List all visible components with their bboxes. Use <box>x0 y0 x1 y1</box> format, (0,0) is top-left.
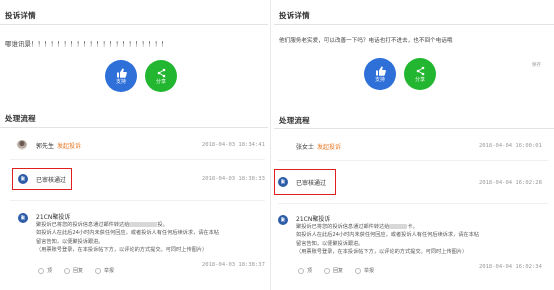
timestamp: 2018-04-03 18:38:37 <box>202 262 265 268</box>
like-label: 顶 <box>307 268 313 274</box>
platform-avatar: 聚 <box>18 174 28 184</box>
notice-line: （用票账号登录，在本投诉帖下方，以评论的方式提交。可同时上传图片） <box>36 246 208 253</box>
timestamp: 2018-04-04 16:02:28 <box>479 180 542 186</box>
like-action[interactable]: 顶 <box>298 267 312 274</box>
approved-status: 已审核通过 <box>36 177 67 184</box>
detail-title: 投诉详情 <box>279 11 310 20</box>
platform-name: 21CN聚投诉 <box>36 214 71 221</box>
logo-glyph: 聚 <box>281 179 285 184</box>
process-entry-name: 张女士 发起投诉 <box>296 142 341 151</box>
process-title: 处理流程 <box>5 114 36 123</box>
reply-icon <box>64 267 71 274</box>
timestamp: 2018-04-04 16:02:34 <box>479 264 542 270</box>
row-divider <box>10 159 265 160</box>
panel-divider <box>270 0 271 290</box>
like-icon <box>38 267 44 274</box>
notice-detail: 聚投诉已将您的投诉信息通过邮件转达给 投。 如投诉人在此后24小时内未获任何回应，… <box>36 221 219 254</box>
report-action[interactable]: 举报 <box>355 267 374 274</box>
notice-line: 留言告知，以便聚投诉跟进。 <box>36 238 104 245</box>
timestamp: 2018-04-04 16:00:01 <box>479 143 542 149</box>
platform-avatar: 聚 <box>278 215 288 225</box>
redacted-text <box>389 224 408 229</box>
logo-glyph: 聚 <box>21 176 25 181</box>
notice-line: 如投诉人在此后24小时内未获任何回应，或者投诉人有任何后续诉求，请在本帖 <box>36 230 219 237</box>
timestamp: 2018-04-03 18:34:41 <box>202 142 265 148</box>
complaint-text: 哪谁讯景！！！！！！！！！！！！！！！！！！！！！ <box>5 40 168 48</box>
like-icon <box>298 267 304 274</box>
complainant-name: 张女士 <box>296 144 315 151</box>
save-tag[interactable]: 保存 <box>532 62 541 68</box>
section-divider <box>0 127 268 128</box>
platform-avatar: 聚 <box>278 177 288 187</box>
share-icon <box>157 68 165 77</box>
share-label: 分享 <box>155 78 166 85</box>
notice-line: 聚投诉已将您的投诉信息通过邮件转达给 <box>36 222 130 228</box>
reply-label: 回复 <box>333 268 344 274</box>
row-divider <box>10 200 265 201</box>
section-divider <box>0 24 268 25</box>
like-action[interactable]: 顶 <box>38 267 52 274</box>
section-divider <box>274 24 554 25</box>
reply-icon <box>324 267 331 274</box>
support-button[interactable]: 支持 <box>105 60 137 92</box>
entry-actions: 顶 回复 举报 <box>298 267 374 274</box>
share-label: 分享 <box>414 76 425 83</box>
report-label: 举报 <box>364 268 375 274</box>
logo-glyph: 聚 <box>281 217 285 222</box>
right-complaint-panel: 投诉详情 他们服务老实爱，可以改善一下吗？电话也打不进去，也不回个电话哦 支持 … <box>274 0 554 290</box>
notice-line: （用票账号登录，在本投诉帖下方，以评论的方式提交。可同时上传图片） <box>296 248 468 255</box>
logo-glyph: 聚 <box>21 215 25 220</box>
redacted-text <box>129 222 158 227</box>
support-button[interactable]: 支持 <box>364 58 396 90</box>
share-button[interactable]: 分享 <box>145 60 177 92</box>
reply-action[interactable]: 回复 <box>64 267 83 274</box>
complaint-action[interactable]: 发起投诉 <box>317 144 341 151</box>
thumbs-up-icon <box>116 68 127 78</box>
entry-actions: 顶 回复 举报 <box>38 267 114 274</box>
share-button[interactable]: 分享 <box>404 58 436 90</box>
process-title: 处理流程 <box>279 116 310 125</box>
share-icon <box>416 66 424 75</box>
user-avatar <box>17 140 27 150</box>
notice-line: 聚投诉已将您的投诉信息通过邮件转达给 <box>296 224 390 230</box>
row-divider <box>278 160 548 161</box>
report-label: 举报 <box>104 268 115 274</box>
notice-line: 如投诉人在此后24小时内未获任何回应，或者投诉人有任何后续诉求，请在本帖 <box>296 232 479 239</box>
detail-title: 投诉详情 <box>5 11 36 20</box>
notice-line: 投。 <box>157 222 168 228</box>
approved-status: 已审核通过 <box>296 180 327 187</box>
reply-label: 回复 <box>73 268 84 274</box>
support-label: 支持 <box>115 78 126 85</box>
section-divider <box>274 128 554 129</box>
left-complaint-panel: 投诉详情 哪谁讯景！！！！！！！！！！！！！！！！！！！！！ 支持 分享 处理流… <box>0 0 268 290</box>
platform-avatar: 聚 <box>18 213 28 223</box>
notice-detail: 聚投诉已将您的投诉信息通过邮件转达给 卡。 如投诉人在此后24小时内未获任何回应，… <box>296 223 479 256</box>
complainant-name: 郭先生 <box>36 143 55 150</box>
notice-line: 卡。 <box>407 224 418 230</box>
row-divider <box>278 203 548 204</box>
process-entry-name: 郭先生 发起投诉 <box>36 141 81 150</box>
complaint-action[interactable]: 发起投诉 <box>57 143 81 150</box>
complaint-text: 他们服务老实爱，可以改善一下吗？电话也打不进去，也不回个电话哦 <box>279 38 453 44</box>
report-icon <box>355 267 362 274</box>
report-action[interactable]: 举报 <box>95 267 114 274</box>
report-icon <box>95 267 102 274</box>
like-label: 顶 <box>47 268 53 274</box>
thumbs-up-icon <box>375 66 386 76</box>
timestamp: 2018-04-03 18:38:33 <box>202 176 265 182</box>
reply-action[interactable]: 回复 <box>324 267 343 274</box>
notice-line: 留言告知，以便聚投诉跟进。 <box>296 240 364 247</box>
platform-name: 21CN聚投诉 <box>296 216 331 223</box>
support-label: 支持 <box>374 76 385 83</box>
